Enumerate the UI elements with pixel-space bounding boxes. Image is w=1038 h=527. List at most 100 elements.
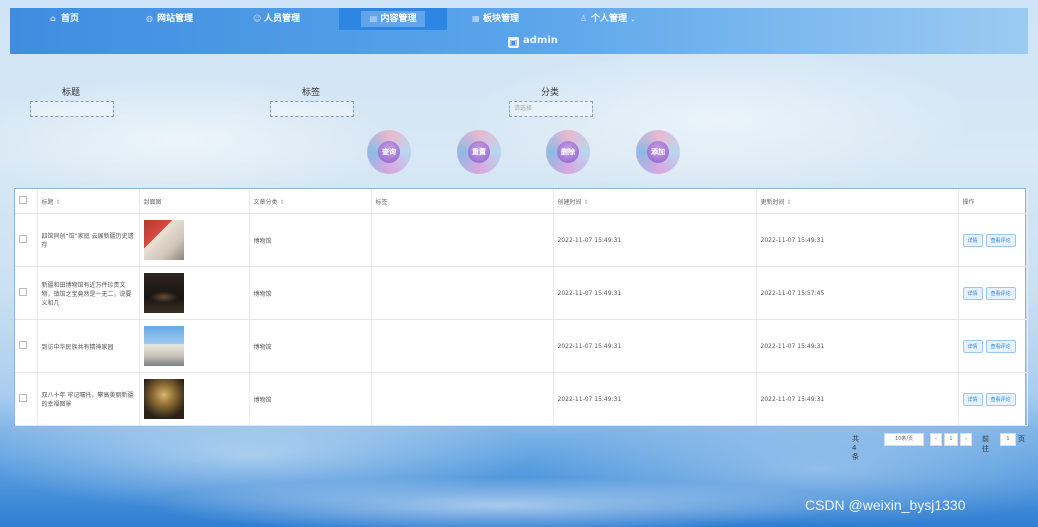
nav-item-content-management[interactable]: ▤ 内容管理: [339, 8, 447, 30]
prev-page-button[interactable]: ‹: [930, 433, 942, 446]
row-updated: 2022-11-07 15:49:31: [756, 213, 959, 267]
pagination-total: 共 4 条: [852, 435, 859, 461]
row-tag: [371, 372, 554, 426]
chevron-down-icon: ⌄: [630, 15, 636, 23]
title-filter-label: 标题: [62, 88, 81, 98]
nav-item-personnel-management[interactable]: ☺ 人员管理: [253, 8, 300, 30]
row-checkbox[interactable]: [15, 213, 38, 267]
row-updated: 2022-11-07 15:57:45: [756, 266, 959, 320]
table-row: 到访中华民族共有精神家园 博物馆 2022-11-07 15:49:31 202…: [15, 319, 1028, 373]
query-button[interactable]: 查询: [367, 130, 411, 174]
sort-icon: ⇕: [583, 198, 589, 206]
row-created: 2022-11-07 15:49:31: [553, 213, 757, 267]
detail-button[interactable]: 详情: [962, 339, 983, 353]
delete-button[interactable]: 删除: [546, 130, 590, 174]
row-tag: [371, 213, 554, 267]
row-title: 四馆同创“馆”家庭 云展新疆历史遗存: [37, 213, 140, 267]
goto-label: 前往: [982, 435, 989, 453]
row-title: 到访中华民族共有精神家园: [37, 319, 140, 373]
sort-icon: ⇕: [279, 198, 285, 206]
row-title: 双八十年 牢记嘱托，攀高美丽新疆的幸福图景: [37, 372, 140, 426]
column-header-category[interactable]: 文章分类 ⇕: [249, 189, 372, 214]
row-created: 2022-11-07 15:49:31: [553, 266, 757, 320]
row-actions: 详情 查看评论: [958, 266, 1028, 320]
detail-button[interactable]: 详情: [962, 392, 983, 406]
row-checkbox[interactable]: [15, 266, 38, 320]
current-user[interactable]: ▣ admin: [508, 35, 558, 48]
row-created: 2022-11-07 15:49:31: [553, 372, 757, 426]
row-title: 新疆和田博物馆有近万件珍贵文物，镇馆之宝竟然是一无二，说要义和几: [37, 266, 140, 320]
content-table: 标题 ⇕ 封面图 文章分类 ⇕ 标签 创建时间 ⇕ 更新时间 ⇕ 操作 四馆同创“馆”家…: [14, 188, 1028, 426]
tag-filter-input[interactable]: [270, 101, 354, 117]
column-header-actions: 操作: [958, 189, 1028, 214]
category-filter-select[interactable]: 请选择: [509, 101, 593, 117]
top-navigation-bar: ⌂ 首页 ◍ 网站管理 ☺ 人员管理 ▤ 内容管理 ▦ 板块管理 ♙ 个人管理 ⌄ ▣ admi…: [10, 8, 1028, 54]
row-tag: [371, 319, 554, 373]
row-checkbox[interactable]: [15, 319, 38, 373]
grid-icon: ▦: [472, 14, 480, 23]
row-category: 博物馆: [249, 266, 372, 320]
search-form: 标题 标签 分类 请选择: [0, 80, 1038, 120]
table-row: 双八十年 牢记嘱托，攀高美丽新疆的幸福图景 博物馆 2022-11-07 15:…: [15, 372, 1028, 426]
detail-button[interactable]: 详情: [962, 233, 983, 247]
detail-button[interactable]: 详情: [962, 286, 983, 300]
watermark: CSDN @weixin_bysj1330: [805, 497, 966, 513]
table-header-row: 标题 ⇕ 封面图 文章分类 ⇕ 标签 创建时间 ⇕ 更新时间 ⇕ 操作: [15, 189, 1028, 214]
add-button[interactable]: 添加: [636, 130, 680, 174]
document-icon: ▤: [369, 14, 378, 23]
nav-item-personal-management[interactable]: ♙ 个人管理 ⌄: [580, 8, 636, 30]
row-actions: 详情 查看评论: [958, 213, 1028, 267]
row-category: 博物馆: [249, 372, 372, 426]
avatar-icon: ▣: [508, 37, 519, 48]
page-1-button[interactable]: 1: [944, 433, 958, 446]
cover-image: [143, 220, 184, 260]
view-comments-button[interactable]: 查看评论: [985, 233, 1016, 247]
goto-page-input[interactable]: 1: [1000, 433, 1016, 446]
column-header-updated[interactable]: 更新时间 ⇕: [756, 189, 959, 214]
nav-item-section-management[interactable]: ▦ 板块管理: [472, 8, 519, 30]
column-header-tag: 标签: [371, 189, 554, 214]
table-row: 四馆同创“馆”家庭 云展新疆历史遗存 博物馆 2022-11-07 15:49:…: [15, 213, 1028, 267]
user-icon: ☺: [253, 14, 262, 23]
select-all-checkbox[interactable]: [15, 189, 38, 214]
reset-button[interactable]: 重置: [457, 130, 501, 174]
globe-icon: ◍: [146, 14, 153, 23]
nav-item-home[interactable]: ⌂ 首页: [50, 8, 79, 30]
nav-item-site-management[interactable]: ◍ 网站管理: [146, 8, 193, 30]
cover-image: [143, 326, 184, 366]
row-cover: [139, 266, 250, 320]
row-cover: [139, 213, 250, 267]
view-comments-button[interactable]: 查看评论: [985, 286, 1016, 300]
row-actions: 详情 查看评论: [958, 319, 1028, 373]
column-header-created[interactable]: 创建时间 ⇕: [553, 189, 757, 214]
category-filter-label: 分类: [541, 88, 560, 98]
row-cover: [139, 319, 250, 373]
home-icon: ⌂: [50, 14, 56, 23]
sort-icon: ⇕: [786, 198, 792, 206]
column-header-cover: 封面图: [139, 189, 250, 214]
row-category: 博物馆: [249, 319, 372, 373]
page: ⌂ 首页 ◍ 网站管理 ☺ 人员管理 ▤ 内容管理 ▦ 板块管理 ♙ 个人管理 ⌄ ▣ admi…: [0, 0, 1038, 527]
view-comments-button[interactable]: 查看评论: [985, 339, 1016, 353]
row-cover: [139, 372, 250, 426]
view-comments-button[interactable]: 查看评论: [985, 392, 1016, 406]
main-nav: ⌂ 首页 ◍ 网站管理 ☺ 人员管理 ▤ 内容管理 ▦ 板块管理 ♙ 个人管理 ⌄: [10, 8, 1028, 30]
row-updated: 2022-11-07 15:49:31: [756, 319, 959, 373]
title-filter-input[interactable]: [30, 101, 114, 117]
row-actions: 详情 查看评论: [958, 372, 1028, 426]
tag-filter-label: 标签: [302, 88, 321, 98]
row-created: 2022-11-07 15:49:31: [553, 319, 757, 373]
row-updated: 2022-11-07 15:49:31: [756, 372, 959, 426]
next-page-button[interactable]: ›: [960, 433, 972, 446]
person-icon: ♙: [580, 14, 588, 23]
cover-image: [143, 273, 184, 313]
row-checkbox[interactable]: [15, 372, 38, 426]
row-tag: [371, 266, 554, 320]
sort-icon: ⇕: [55, 198, 61, 206]
table-row: 新疆和田博物馆有近万件珍贵文物，镇馆之宝竟然是一无二，说要义和几 博物馆 202…: [15, 266, 1028, 320]
page-suffix: 页: [1018, 435, 1025, 443]
cover-image: [143, 379, 184, 419]
column-header-title[interactable]: 标题 ⇕: [37, 189, 140, 214]
row-category: 博物馆: [249, 213, 372, 267]
page-size-select[interactable]: 10条/页: [884, 433, 924, 446]
